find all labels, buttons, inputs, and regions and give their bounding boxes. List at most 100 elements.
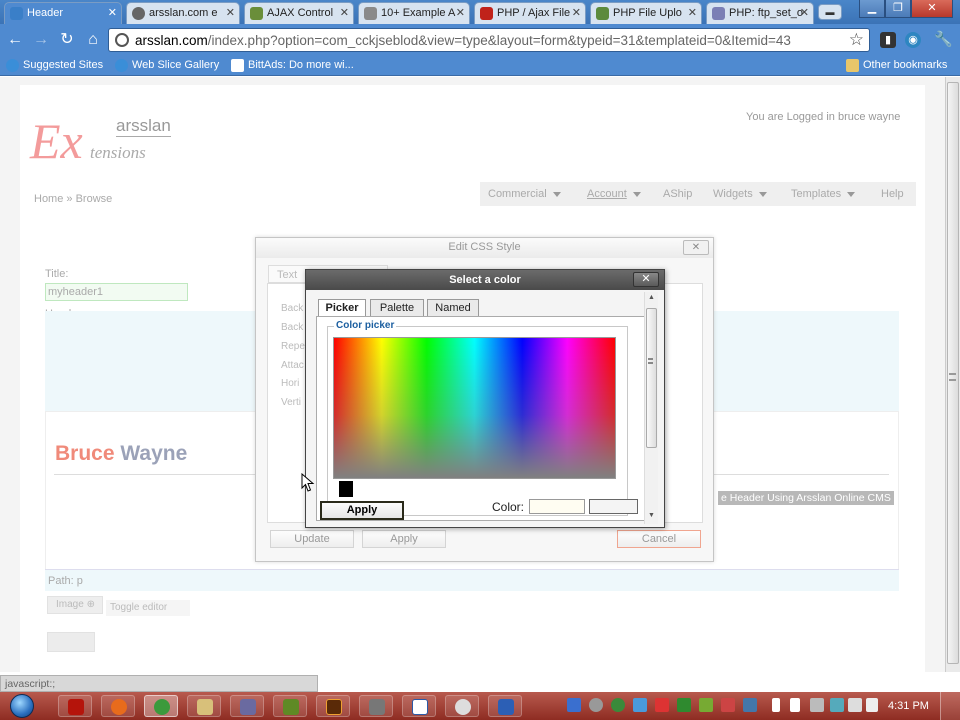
scroll-up-icon[interactable]: ▲	[648, 294, 655, 301]
color-input[interactable]	[529, 499, 585, 514]
bluetooth-icon[interactable]	[772, 698, 780, 712]
taskbar-app-illustrator[interactable]	[316, 695, 350, 717]
tab-php-ftp[interactable]: PHP: ftp_set_o ✕	[706, 2, 814, 24]
window-close-button[interactable]: ✕	[911, 0, 953, 18]
close-icon[interactable]: ✕	[572, 6, 581, 19]
close-icon[interactable]: ✕	[800, 6, 809, 19]
tray-icon[interactable]	[611, 698, 625, 712]
back-button[interactable]: ←	[5, 30, 25, 50]
close-icon[interactable]: ✕	[688, 6, 697, 19]
tab-examples[interactable]: 10+ Example A ✕	[358, 2, 470, 24]
taskbar-app-firefox[interactable]	[101, 695, 135, 717]
breadcrumb[interactable]: Home » Browse	[34, 193, 112, 205]
page-scrollbar[interactable]	[945, 77, 960, 672]
taskbar-app-tool[interactable]	[230, 695, 264, 717]
menu-account[interactable]: Account	[587, 188, 641, 200]
home-button[interactable]: ⌂	[83, 30, 103, 50]
close-icon[interactable]: ✕	[683, 240, 709, 255]
taskbar-app-explorer[interactable]	[187, 695, 221, 717]
bookmark-suggested-sites[interactable]: Suggested Sites	[6, 59, 103, 72]
toggle-editor-button[interactable]: Toggle editor	[106, 600, 190, 616]
menu-commercial[interactable]: Commercial	[488, 188, 561, 200]
taskbar-app-dreamweaver[interactable]	[273, 695, 307, 717]
address-text[interactable]: arsslan.com/index.php?option=com_cckjseb…	[135, 33, 791, 48]
close-icon[interactable]: ✕	[456, 6, 465, 19]
title-input[interactable]: myheader1	[45, 283, 188, 301]
close-icon[interactable]: ✕	[633, 272, 659, 287]
tray-icon[interactable]	[589, 698, 603, 712]
new-tab-button[interactable]: ▬	[818, 4, 842, 20]
tray-icon[interactable]	[830, 698, 844, 712]
taskbar-app-word[interactable]	[402, 695, 436, 717]
bookmark-label: Web Slice Gallery	[132, 59, 220, 71]
page-info-icon[interactable]	[115, 33, 129, 47]
reload-button[interactable]: ↻	[57, 30, 77, 50]
menu-aship[interactable]: AShip	[663, 188, 692, 200]
taskbar-app-chrome-2[interactable]	[445, 695, 479, 717]
minimize-button[interactable]: ▁	[859, 0, 885, 18]
property-label: Hori	[281, 378, 300, 389]
start-button[interactable]	[4, 692, 44, 720]
tab-picker[interactable]: Picker	[318, 299, 366, 317]
browser-toolbar: ← → ↻ ⌂ arsslan.com/index.php?option=com…	[0, 24, 960, 56]
bookmark-star-icon[interactable]: ☆	[849, 30, 864, 50]
color-spectrum[interactable]	[333, 337, 616, 479]
site-logo[interactable]: Ex arsslan tensions	[30, 110, 180, 170]
bookmark-other[interactable]: Other bookmarks	[846, 59, 947, 72]
forward-button[interactable]: →	[31, 30, 51, 50]
mouse-cursor-icon	[301, 473, 315, 492]
tray-icon[interactable]	[699, 698, 713, 712]
picker-apply-button[interactable]: Apply	[320, 501, 404, 520]
bookmark-web-slice[interactable]: Web Slice Gallery	[115, 59, 220, 72]
network-icon[interactable]	[810, 698, 824, 712]
update-button[interactable]: Update	[270, 530, 354, 548]
taskbar-app-settings[interactable]	[359, 695, 393, 717]
scroll-down-icon[interactable]: ▼	[648, 512, 655, 519]
taskbar-clock[interactable]: 4:31 PM	[888, 700, 929, 712]
taskbar-app-blue[interactable]	[488, 695, 522, 717]
show-desktop-button[interactable]	[940, 692, 960, 720]
close-icon[interactable]: ✕	[108, 6, 117, 19]
menu-widgets[interactable]: Widgets	[713, 188, 767, 200]
tray-icon[interactable]	[567, 698, 581, 712]
taskbar-app-chrome[interactable]	[144, 695, 178, 717]
menu-help[interactable]: Help	[881, 188, 904, 200]
tab-header[interactable]: Header ✕	[4, 2, 122, 24]
ie-icon	[115, 59, 128, 72]
tab-ajax-control[interactable]: AJAX Control ✕	[244, 2, 354, 24]
tab-label: AJAX Control	[267, 7, 334, 19]
picker-scrollbar[interactable]: ▲ ▼	[644, 292, 658, 524]
tab-php-upload[interactable]: PHP File Uplo ✕	[590, 2, 702, 24]
globe-extension-icon[interactable]: ◉	[905, 32, 921, 48]
logo-subtext: tensions	[90, 143, 146, 162]
bittads-icon	[231, 59, 244, 72]
tray-icon[interactable]	[743, 698, 757, 712]
logged-in-text: You are Logged in bruce wayne	[746, 111, 901, 123]
tab-named[interactable]: Named	[427, 299, 479, 316]
taskbar-app-adobe[interactable]	[58, 695, 92, 717]
maximize-button[interactable]: ❐	[885, 0, 911, 18]
tab-palette[interactable]: Palette	[370, 299, 424, 316]
volume-icon[interactable]	[866, 698, 878, 712]
address-bar[interactable]: arsslan.com/index.php?option=com_cckjseb…	[108, 28, 870, 52]
selected-swatch[interactable]	[339, 481, 353, 497]
submit-button[interactable]	[47, 632, 95, 652]
tray-icon[interactable]	[790, 698, 800, 712]
tray-icon[interactable]	[721, 698, 735, 712]
tray-icon[interactable]	[677, 698, 691, 712]
menu-templates[interactable]: Templates	[791, 188, 856, 200]
tab-arsslan[interactable]: arsslan.com e ✕	[126, 2, 240, 24]
tab-php-ajax[interactable]: PHP / Ajax File ✕	[474, 2, 586, 24]
flag-icon[interactable]	[848, 698, 862, 712]
bookmark-bittads[interactable]: BittAds: Do more wi...	[231, 59, 354, 72]
tray-icon[interactable]	[633, 698, 647, 712]
close-icon[interactable]: ✕	[340, 6, 349, 19]
extension-icon[interactable]: ▮	[880, 32, 896, 48]
cancel-button[interactable]: Cancel	[617, 530, 701, 548]
apply-button[interactable]: Apply	[362, 530, 446, 548]
scrollbar-thumb[interactable]	[646, 308, 657, 448]
tray-icon[interactable]	[655, 698, 669, 712]
close-icon[interactable]: ✕	[226, 6, 235, 19]
image-button[interactable]: Image ⊕	[47, 596, 103, 614]
wrench-icon[interactable]: 🔧	[934, 32, 953, 48]
